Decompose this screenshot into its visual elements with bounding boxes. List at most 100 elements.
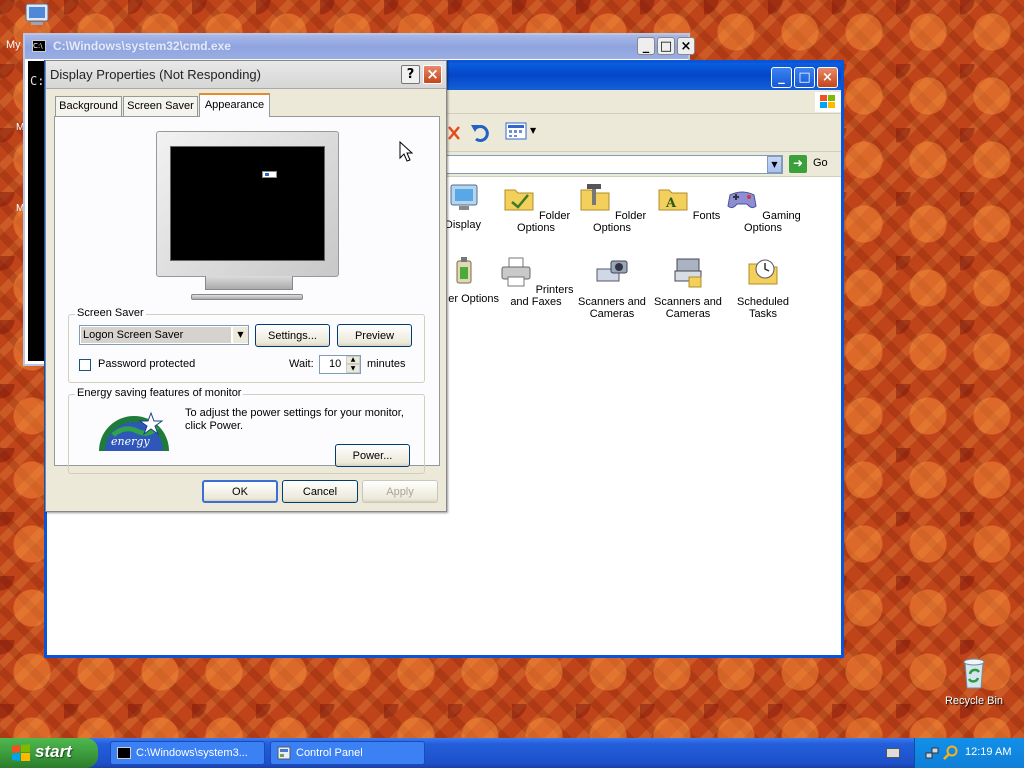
monitor-stand [205,276,293,290]
cp-item-scanners-cameras-2[interactable]: Scanners and Cameras [649,255,727,320]
windows-flag-icon [12,744,30,761]
cp-item-printers-faxes[interactable]: Printers and Faxes [497,255,575,308]
tab-panel: Screen Saver Logon Screen Saver ▼ Settin… [54,116,440,474]
cp-item-label: Fonts [692,210,721,222]
taskbar-task-cmd[interactable]: C:\Windows\system3... [110,741,265,765]
start-button[interactable]: start [0,738,98,768]
mouse-cursor-icon [399,141,414,162]
tab-appearance[interactable]: Appearance [199,93,270,117]
dialog-title-bar[interactable]: Display Properties (Not Responding) ? × [46,61,446,89]
network-icon[interactable] [925,746,939,760]
views-button[interactable]: ▼ [505,122,539,144]
power-options-icon [456,257,472,284]
dialog-title: Display Properties (Not Responding) [50,67,261,82]
delete-icon[interactable] [447,125,461,141]
stepper-down-icon[interactable]: ▼ [346,364,360,373]
cancel-button[interactable]: Cancel [282,480,358,503]
views-dropdown-arrow-icon: ▼ [530,126,537,135]
gamepad-icon [727,191,757,209]
wait-stepper[interactable]: 10 ▲ ▼ [319,355,361,374]
cp-item-folder-options[interactable]: Folder Options [497,181,575,234]
address-input[interactable] [445,155,783,174]
screen-saver-preview-icon [262,171,277,178]
screen-saver-selected-value: Logon Screen Saver [81,327,231,343]
control-panel-maximize-button[interactable]: □ [794,67,815,88]
cp-item-fonts[interactable]: A Fonts [649,181,727,222]
cp-item-label: Scanners and Cameras [578,296,646,320]
tab-screen-saver[interactable]: Screen Saver [123,96,198,116]
help-button[interactable]: ? [401,65,420,84]
my-computer-label-fragment: My [6,39,21,51]
control-panel-minimize-button[interactable]: _ [771,67,792,88]
control-panel-close-button[interactable]: × [817,67,838,88]
cmd-title: C:\Windows\system32\cmd.exe [53,39,231,53]
cp-item-label: Scanners and Cameras [654,296,722,320]
monitor-base [191,294,303,300]
printer-icon [501,257,531,287]
scanner-camera-icon [596,260,628,282]
views-icon [505,122,527,140]
windows-logo-icon [815,92,841,112]
energy-logo-text: energy [111,435,150,448]
taskbar-task-label: Control Panel [296,747,363,759]
undo-icon[interactable] [470,122,492,144]
scheduled-tasks-icon [748,259,778,285]
chevron-down-icon[interactable]: ▼ [233,327,248,343]
monitor-screen [170,146,325,261]
go-button[interactable]: ➜ Go [789,155,834,174]
dialog-close-button[interactable]: × [423,65,442,84]
scanner-icon [674,258,702,288]
taskbar: start C:\Windows\system3... Control Pane… [0,738,1024,768]
energy-group-label: Energy saving features of monitor [75,387,244,399]
address-dropdown-button[interactable]: ▼ [767,156,782,173]
energy-description: To adjust the power settings for your mo… [185,407,404,432]
cmd-minimize-button[interactable]: _ [637,37,655,55]
folder-options-tools-icon [580,184,610,211]
cmd-maximize-button[interactable]: □ [657,37,675,55]
apply-button[interactable]: Apply [362,480,438,503]
go-arrow-icon: ➜ [789,155,807,173]
display-icon [450,184,478,210]
cp-item-gaming-options[interactable]: Gaming Options [724,181,802,234]
monitor-preview [156,131,339,290]
preview-button[interactable]: Preview [337,324,412,347]
wait-label: Wait: [289,358,314,370]
my-computer-desktop-icon[interactable] [20,2,56,32]
go-label: Go [813,157,828,169]
cmd-title-bar[interactable]: C:\ C:\Windows\system32\cmd.exe _ □ × [25,35,695,59]
energy-star-logo: energy [99,411,169,451]
display-properties-dialog[interactable]: Display Properties (Not Responding) ? × … [45,60,447,512]
start-label: start [35,742,72,761]
power-button[interactable]: Power... [335,444,410,467]
control-panel-icon [277,746,291,760]
password-protected-checkbox[interactable] [79,359,91,371]
recycle-bin-icon [963,658,985,689]
cp-item-folder-options-2[interactable]: Folder Options [573,181,651,234]
system-tray: 12:19 AM [914,738,1024,768]
svg-text:A: A [665,196,677,211]
settings-button[interactable]: Settings... [255,324,330,347]
taskbar-task-label: C:\Windows\system3... [136,747,248,759]
recycle-bin-label: Recycle Bin [944,695,1004,707]
energy-group: Energy saving features of monitor energy… [68,387,425,474]
screen-saver-select[interactable]: Logon Screen Saver ▼ [79,325,249,345]
cmd-icon: C:\ [32,40,46,52]
cp-item-scheduled-tasks[interactable]: Scheduled Tasks [724,255,802,320]
recycle-bin-desktop-icon[interactable]: Recycle Bin [940,656,1008,708]
search-icon[interactable] [943,745,959,761]
cp-item-scanners-cameras[interactable]: Scanners and Cameras [573,255,651,320]
taskbar-task-control-panel[interactable]: Control Panel [270,741,425,765]
fonts-folder-icon: A [658,189,688,211]
clock[interactable]: 12:19 AM [965,746,1011,758]
tab-background[interactable]: Background [55,96,122,116]
wait-value: 10 [329,358,342,370]
stepper-up-icon[interactable]: ▲ [346,356,360,364]
screen-saver-group: Screen Saver Logon Screen Saver ▼ Settin… [68,307,425,383]
password-protected-label: Password protected [98,358,196,370]
minutes-label: minutes [367,358,406,370]
keyboard-icon[interactable] [886,748,900,758]
folder-options-icon [504,189,534,211]
cmd-close-button[interactable]: × [677,37,695,55]
cp-item-label: Scheduled Tasks [737,296,789,320]
ok-button[interactable]: OK [202,480,278,503]
